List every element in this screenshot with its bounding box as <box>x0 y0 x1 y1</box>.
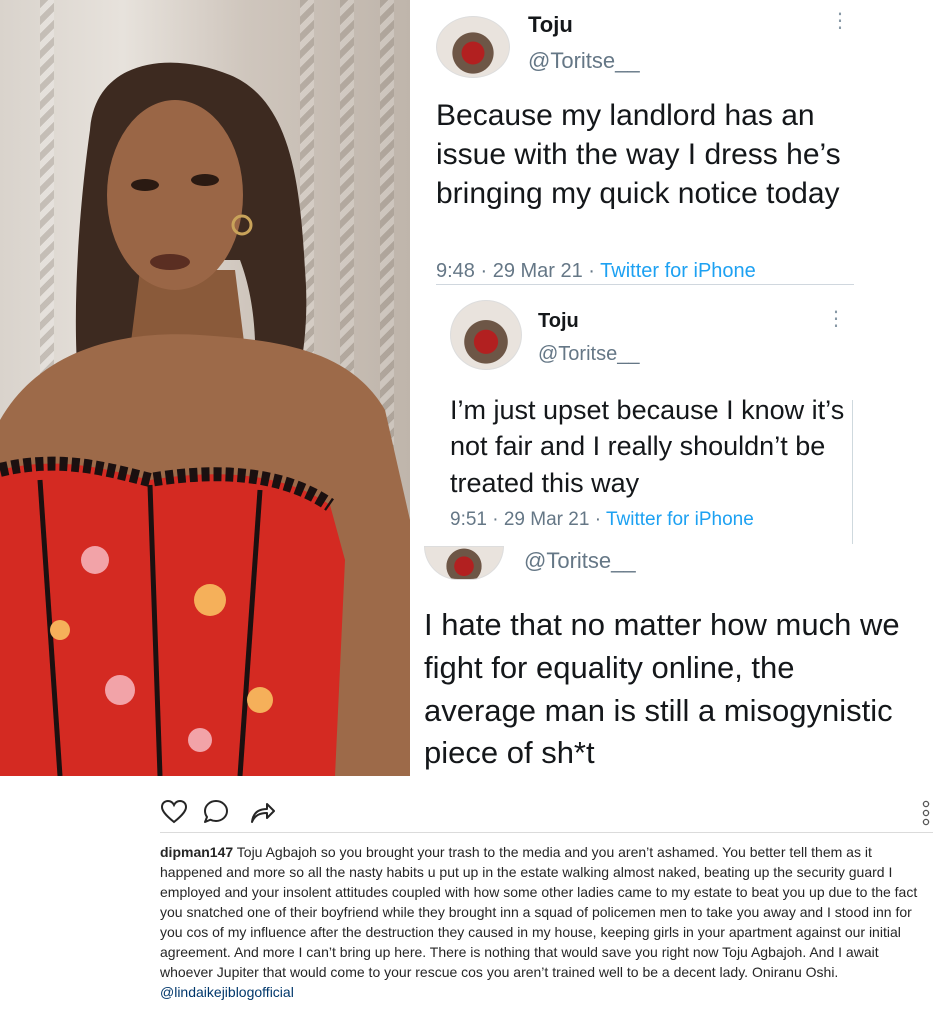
post-actions <box>160 798 935 826</box>
tweet-timestamp: 9:51 · 29 Mar 21 · Twitter for iPhone <box>450 509 754 531</box>
heart-icon[interactable] <box>160 798 188 826</box>
caption-mention[interactable]: @lindaikejiblogofficial <box>160 982 935 1002</box>
tweet-text: Because my landlord has an issue with th… <box>436 99 841 210</box>
tweet-timestamp: 9:48 · 29 Mar 21 · Twitter for iPhone <box>436 260 756 283</box>
tweet-author-handle: @Toritse__ <box>528 48 640 73</box>
post-image[interactable]: Toju @Toritse__ ⋮ Because my landlord ha… <box>0 0 937 776</box>
tweet-author-name: Toju <box>538 310 579 332</box>
post-caption: dipman147 Toju Agbajoh so you brought yo… <box>160 842 935 1002</box>
divider <box>160 832 933 833</box>
tweet-avatar <box>450 300 522 370</box>
tweet-author-name: Toju <box>528 12 573 37</box>
caption-text: Toju Agbajoh so you brought your trash t… <box>160 844 918 980</box>
caption-username[interactable]: dipman147 <box>160 844 233 860</box>
tweet-author-handle: @Toritse__ <box>524 548 636 573</box>
tweet-text: I hate that no matter how much we fight … <box>424 607 900 771</box>
tweet-border <box>852 400 853 544</box>
tweet-avatar <box>436 16 510 78</box>
tweet-author-handle: @Toritse__ <box>538 343 640 365</box>
tweet-text: I’m just upset because I know it’s not f… <box>450 395 845 498</box>
woman-illustration <box>0 62 410 776</box>
tweet-separator <box>436 284 854 285</box>
tweet-time: 9:51 · 29 Mar 21 · <box>450 509 606 530</box>
tweet-avatar <box>424 546 504 580</box>
tweet-time: 9:48 · 29 Mar 21 · <box>436 260 601 282</box>
share-icon[interactable] <box>248 798 276 826</box>
more-vertical-icon[interactable] <box>920 800 932 826</box>
more-vertical-icon: ⋮ <box>826 308 846 330</box>
tweet-screenshots: Toju @Toritse__ ⋮ Because my landlord ha… <box>410 0 937 776</box>
comment-icon[interactable] <box>202 798 230 826</box>
tweet-source: Twitter for iPhone <box>605 509 754 530</box>
woman-photo <box>0 0 410 776</box>
tweet-source: Twitter for iPhone <box>600 260 756 282</box>
more-vertical-icon: ⋮ <box>830 10 850 32</box>
